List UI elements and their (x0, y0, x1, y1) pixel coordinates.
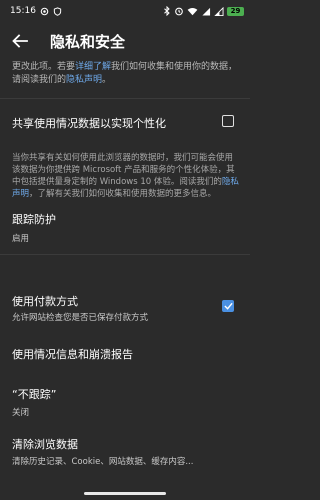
status-right: 29 (163, 6, 244, 16)
battery-indicator: 29 (227, 6, 244, 16)
personalization-title: 共享使用情况数据以实现个性化 (12, 117, 166, 130)
tracking-prevention-value: 启用 (12, 234, 30, 244)
back-arrow-icon (12, 34, 28, 48)
wifi-icon (187, 7, 198, 15)
personalization-description: 当你共享有关如何使用此浏览器的数据时，我们可能会使用该数据为你提供跨 Micro… (12, 152, 240, 200)
intro-text: 更改此项。若要详细了解我们如何收集和使用你的数据，请阅读我们的隐私声明。 (12, 61, 238, 87)
settings-list[interactable]: 更改此项。若要详细了解我们如何收集和使用你的数据，请阅读我们的隐私声明。 共享使… (0, 60, 250, 500)
learn-more-link[interactable]: 详细了解 (75, 62, 111, 72)
do-not-track-title: “不跟踪” (12, 388, 57, 401)
desc-text-part: 当你共享有关如何使用此浏览器的数据时，我们可能会使用该数据为你提供跨 Micro… (12, 153, 235, 187)
intro-text-part: 。 (102, 75, 112, 85)
do-not-track-value: 关闭 (12, 408, 30, 418)
screen-record-icon (40, 7, 49, 15)
back-button[interactable] (10, 31, 30, 51)
payment-method-subtitle: 允许网站检查您是否已保存付款方式 (12, 313, 149, 323)
signal-icon-1 (202, 7, 211, 16)
checkmark-icon (223, 302, 233, 310)
status-left: 15:16 (10, 6, 62, 16)
alarm-icon (175, 7, 183, 16)
status-bar: 15:16 29 (0, 0, 250, 22)
payment-method-checkbox[interactable] (222, 300, 234, 312)
gesture-nav-bar[interactable] (84, 492, 166, 495)
divider (0, 254, 250, 255)
page-title: 隐私和安全 (50, 32, 126, 51)
bluetooth-icon (164, 6, 170, 16)
app-bar: 隐私和安全 (0, 22, 250, 60)
shield-status-icon (53, 6, 62, 16)
usage-crash-report-title: 使用情况信息和崩溃报告 (12, 348, 133, 361)
status-time: 15:16 (10, 6, 36, 16)
signal-icon-2 (214, 6, 224, 16)
divider (0, 98, 250, 99)
clear-browsing-data-subtitle: 清除历史记录、Cookie、网站数据、缓存内容... (12, 457, 194, 467)
desc-text-part: ，了解有关我们如何收集和使用数据的更多信息。 (29, 189, 217, 199)
privacy-statement-link[interactable]: 隐私声明 (66, 75, 102, 85)
clear-browsing-data-title: 清除浏览数据 (12, 438, 78, 451)
personalization-checkbox[interactable] (222, 115, 234, 127)
payment-method-title: 使用付款方式 (12, 295, 78, 308)
tracking-prevention-title: 跟踪防护 (12, 213, 56, 226)
intro-text-part: 更改此项。若要 (12, 62, 76, 72)
